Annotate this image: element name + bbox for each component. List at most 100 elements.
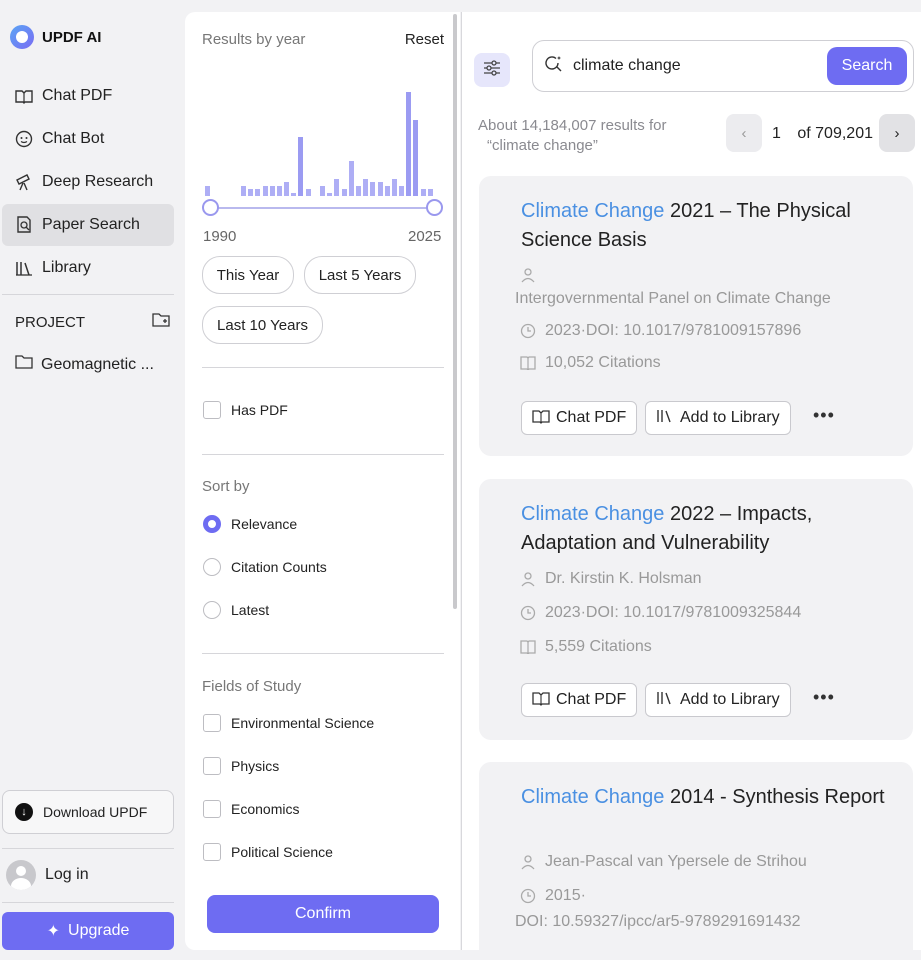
author-label: Dr. Kirstin K. Holsman xyxy=(545,570,702,587)
sort-option-citation-counts[interactable]: Citation Counts xyxy=(203,558,327,576)
histogram-bar xyxy=(334,179,339,196)
sidebar-item-label: Deep Research xyxy=(42,173,154,190)
histogram-bar xyxy=(248,189,253,196)
radio[interactable] xyxy=(203,601,221,619)
search-button[interactable]: Search xyxy=(827,47,907,85)
filter-scrollbar[interactable] xyxy=(453,14,457,609)
app-logo[interactable]: UPDF AI xyxy=(10,25,101,49)
histogram-bar xyxy=(392,179,397,196)
telescope-icon xyxy=(14,172,34,192)
prev-page-button[interactable]: ‹ xyxy=(726,114,762,152)
chat-pdf-button[interactable]: Chat PDF xyxy=(521,683,638,717)
year-range-track[interactable] xyxy=(210,207,435,209)
field-economics[interactable]: Economics xyxy=(203,800,299,818)
result-card[interactable]: Climate Change 2022 – Impacts, Adaptatio… xyxy=(479,479,913,740)
next-page-button[interactable]: › xyxy=(879,114,915,152)
checkbox[interactable] xyxy=(203,401,221,419)
result-card[interactable]: Climate Change 2014 - Synthesis Report J… xyxy=(479,762,913,950)
sidebar-item-chat-pdf[interactable]: Chat PDF xyxy=(2,75,174,117)
sparkle-icon: ✦ xyxy=(46,923,61,940)
filter-toggle-button[interactable] xyxy=(474,53,510,87)
this-year-pill[interactable]: This Year xyxy=(202,256,294,294)
radio-selected[interactable] xyxy=(203,515,221,533)
search-bar: climate change Search xyxy=(532,40,914,92)
chevron-right-icon: › xyxy=(894,124,900,142)
year-range-start-handle[interactable] xyxy=(202,199,219,216)
confirm-button[interactable]: Confirm xyxy=(207,895,439,933)
sidebar-item-paper-search[interactable]: Paper Search xyxy=(2,204,174,246)
results-by-year-header: Results by year Reset xyxy=(202,31,444,48)
sort-by-title: Sort by xyxy=(202,478,250,495)
checkbox[interactable] xyxy=(203,800,221,818)
histogram-bar xyxy=(306,189,311,196)
field-political-science[interactable]: Political Science xyxy=(203,843,333,861)
sidebar-item-label: Chat Bot xyxy=(42,130,105,147)
add-to-library-button[interactable]: Add to Library xyxy=(645,683,791,717)
histogram-bar xyxy=(291,193,296,196)
last-10-years-pill[interactable]: Last 10 Years xyxy=(202,306,323,344)
search-input[interactable]: climate change xyxy=(573,57,827,75)
field-label: Political Science xyxy=(231,844,333,860)
year-histogram xyxy=(205,60,440,196)
results-count: About 14,184,007 results for “climate ch… xyxy=(478,116,703,156)
reset-button[interactable]: Reset xyxy=(405,31,444,48)
filter-divider xyxy=(202,653,444,654)
last-5-years-pill[interactable]: Last 5 Years xyxy=(304,256,416,294)
page-current[interactable]: 1 xyxy=(772,125,781,142)
result-title[interactable]: Climate Change 2021 – The Physical Scien… xyxy=(521,197,891,255)
chat-pdf-button[interactable]: Chat PDF xyxy=(521,401,638,435)
new-folder-icon[interactable] xyxy=(152,312,170,332)
field-environmental-science[interactable]: Environmental Science xyxy=(203,714,374,732)
sidebar: UPDF AI Chat PDF Chat Bot Deep Research … xyxy=(0,0,184,960)
title-highlight: Climate Change xyxy=(521,200,665,222)
has-pdf-checkbox[interactable]: Has PDF xyxy=(203,401,288,419)
field-physics[interactable]: Physics xyxy=(203,757,279,775)
upgrade-label: Upgrade xyxy=(68,922,130,939)
sort-option-latest[interactable]: Latest xyxy=(203,601,269,619)
year-range-end-handle[interactable] xyxy=(426,199,443,216)
add-to-library-button[interactable]: Add to Library xyxy=(645,401,791,435)
add-library-label: Add to Library xyxy=(680,691,780,708)
checkbox[interactable] xyxy=(203,757,221,775)
person-icon xyxy=(519,570,537,588)
histogram-bar xyxy=(263,186,268,196)
library-icon xyxy=(656,408,674,429)
download-updf-button[interactable]: ↓ Download UPDF xyxy=(2,790,174,834)
book-sparkle-icon xyxy=(532,690,550,711)
book-icon xyxy=(519,638,537,656)
updf-logo-icon xyxy=(10,25,34,49)
histogram-bar xyxy=(270,186,275,196)
histogram-bar xyxy=(241,186,246,196)
project-item[interactable]: Geomagnetic ... xyxy=(15,354,154,375)
bot-face-icon xyxy=(14,129,34,149)
histogram-bar xyxy=(356,186,361,196)
sliders-icon xyxy=(483,60,501,80)
title-rest: 2014 - Synthesis Report xyxy=(664,786,885,808)
result-doi: 2023·DOI: 10.1017/9781009157896 xyxy=(519,322,801,340)
download-icon: ↓ xyxy=(15,803,33,821)
results-count-line1: About 14,184,007 results for xyxy=(478,117,667,134)
sidebar-item-deep-research[interactable]: Deep Research xyxy=(2,161,174,203)
fields-of-study-title: Fields of Study xyxy=(202,678,302,695)
sidebar-item-library[interactable]: Library xyxy=(2,247,174,289)
radio[interactable] xyxy=(203,558,221,576)
add-library-label: Add to Library xyxy=(680,409,780,426)
more-options-icon[interactable]: ••• xyxy=(813,405,835,426)
histogram-bar xyxy=(421,189,426,196)
sort-option-relevance[interactable]: Relevance xyxy=(203,515,297,533)
result-title[interactable]: Climate Change 2022 – Impacts, Adaptatio… xyxy=(521,500,891,558)
result-title[interactable]: Climate Change 2014 - Synthesis Report xyxy=(521,783,891,812)
field-label: Physics xyxy=(231,758,280,774)
document-search-icon xyxy=(14,215,34,235)
checkbox[interactable] xyxy=(203,714,221,732)
upgrade-button[interactable]: ✦ Upgrade xyxy=(2,912,174,950)
checkbox[interactable] xyxy=(203,843,221,861)
project-item-label: Geomagnetic ... xyxy=(41,355,154,373)
result-card[interactable]: Climate Change 2021 – The Physical Scien… xyxy=(479,176,913,456)
sidebar-item-chat-bot[interactable]: Chat Bot xyxy=(2,118,174,160)
citations-label: 5,559 Citations xyxy=(545,638,652,655)
login-button[interactable]: Log in xyxy=(6,860,89,890)
result-author: Dr. Kirstin K. Holsman xyxy=(519,570,701,588)
more-options-icon[interactable]: ••• xyxy=(813,687,835,708)
citations-label: 10,052 Citations xyxy=(545,354,661,371)
